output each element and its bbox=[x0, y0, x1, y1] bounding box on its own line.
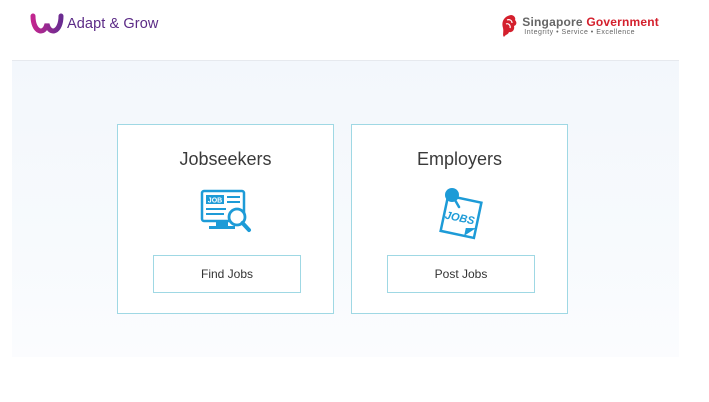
jobseekers-title: Jobseekers bbox=[179, 149, 272, 169]
singapore-government-logo: Singapore Government Integrity • Service… bbox=[499, 14, 659, 38]
post-jobs-button[interactable]: Post Jobs bbox=[387, 255, 535, 293]
job-search-icon: JOB bbox=[196, 185, 256, 241]
adapt-grow-logo-icon bbox=[30, 13, 64, 34]
lion-head-icon bbox=[502, 15, 517, 37]
main-content: Jobseekers JOB Find Jobs Employers JOBS … bbox=[12, 60, 679, 357]
government-tagline: Integrity • Service • Excellence bbox=[524, 29, 636, 36]
jobs-note-icon: JOBS bbox=[430, 185, 490, 241]
employers-card: Employers JOBS Post Jobs bbox=[351, 124, 568, 314]
brand-link[interactable]: Adapt & Grow bbox=[30, 10, 158, 38]
site-header: Adapt & Grow Singapore Government Integr… bbox=[0, 0, 709, 58]
jobseekers-card: Jobseekers JOB Find Jobs bbox=[117, 124, 334, 314]
find-jobs-button[interactable]: Find Jobs bbox=[153, 255, 301, 293]
employers-title: Employers bbox=[416, 149, 503, 169]
government-title: Singapore Government bbox=[522, 15, 659, 29]
brand-name: Adapt & Grow bbox=[67, 16, 159, 32]
svg-text:JOB: JOB bbox=[207, 198, 221, 205]
